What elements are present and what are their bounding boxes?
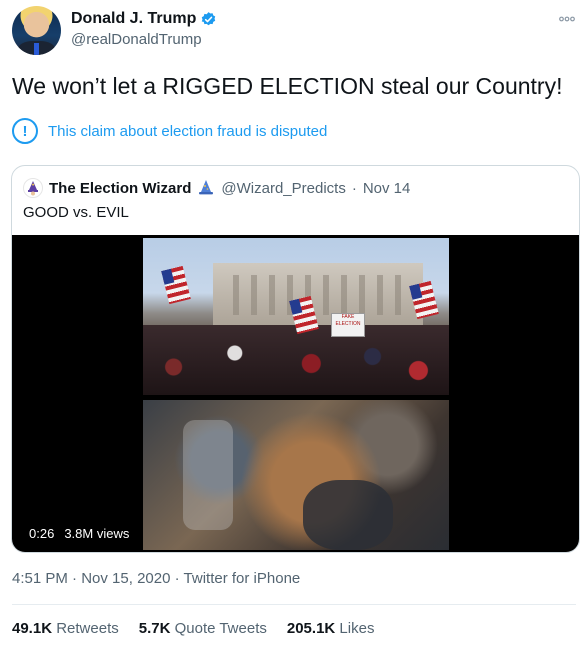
tweet-meta: 4:51 PM · Nov 15, 2020 · Twitter for iPh…: [12, 570, 300, 587]
protest-sign: FAKE ELECTION: [331, 313, 365, 337]
author-name-row[interactable]: Donald J. Trump: [71, 10, 217, 28]
blur-shape: [303, 480, 393, 550]
video-duration: 0:26: [29, 525, 55, 541]
retweets-stat[interactable]: 49.1K Retweets: [12, 620, 119, 637]
disputed-claim-text[interactable]: This claim about election fraud is dispu…: [48, 123, 327, 140]
likes-stat[interactable]: 205.1K Likes: [287, 620, 375, 637]
tweet-stats: 49.1K Retweets 5.7K Quote Tweets 205.1K …: [12, 620, 374, 637]
quoted-tweet-card[interactable]: The Election Wizard @Wizard_Predicts · N…: [11, 165, 580, 553]
verified-badge-icon: [202, 11, 216, 25]
video-frame-rally: FAKE ELECTION: [143, 238, 449, 395]
quoted-author-name[interactable]: The Election Wizard: [49, 180, 191, 197]
tweet-source[interactable]: Twitter for iPhone: [184, 570, 301, 587]
author-avatar[interactable]: [12, 6, 61, 55]
retweets-count: 49.1K: [12, 620, 53, 637]
quoted-tweet-date[interactable]: Nov 14: [363, 180, 411, 197]
tweet: Donald J. Trump @realDonaldTrump We won’…: [0, 0, 588, 650]
quoted-tweet-text: GOOD vs. EVIL: [23, 204, 129, 221]
crowd-shape: [143, 325, 449, 395]
wizard-avatar-icon: [28, 181, 38, 196]
stats-divider: [12, 604, 576, 605]
wizard-hat-emoji-icon: [199, 180, 214, 195]
video-duration-badge: 0:26 3.8M views: [23, 522, 136, 544]
quoted-author-handle[interactable]: @Wizard_Predicts: [221, 180, 345, 197]
quoted-tweet-header: The Election Wizard @Wizard_Predicts · N…: [23, 178, 410, 198]
quoted-author-avatar[interactable]: [23, 178, 43, 198]
flag-shape: [161, 265, 191, 305]
meta-separator: ·: [174, 570, 180, 587]
retweets-label: Retweets: [56, 620, 119, 637]
meta-separator: ·: [72, 570, 78, 587]
tweet-date[interactable]: Nov 15, 2020: [81, 570, 170, 587]
video-views: 3.8M views: [64, 525, 130, 541]
blur-shape: [183, 420, 233, 530]
likes-count: 205.1K: [286, 620, 336, 637]
more-options-icon[interactable]: [558, 10, 576, 28]
video-frame-blurred: [143, 400, 449, 550]
quoted-meta-separator: ·: [351, 179, 357, 197]
author-display-name[interactable]: Donald J. Trump: [71, 10, 196, 28]
video-player[interactable]: FAKE ELECTION 0:26 3.8M views: [12, 235, 579, 552]
disputed-claim-notice[interactable]: ! This claim about election fraud is dis…: [12, 118, 327, 144]
building-shape: [213, 263, 423, 333]
quote-tweets-label: Quote Tweets: [174, 620, 267, 637]
author-handle[interactable]: @realDonaldTrump: [71, 31, 202, 48]
quote-tweets-count: 5.7K: [138, 620, 171, 637]
tweet-text: We won’t let a RIGGED ELECTION steal our…: [12, 73, 563, 99]
quote-tweets-stat[interactable]: 5.7K Quote Tweets: [139, 620, 267, 637]
tweet-time[interactable]: 4:51 PM: [12, 570, 68, 587]
likes-label: Likes: [339, 620, 375, 637]
avatar-tie-shape: [34, 43, 39, 55]
exclamation-circle-icon: !: [12, 118, 38, 144]
